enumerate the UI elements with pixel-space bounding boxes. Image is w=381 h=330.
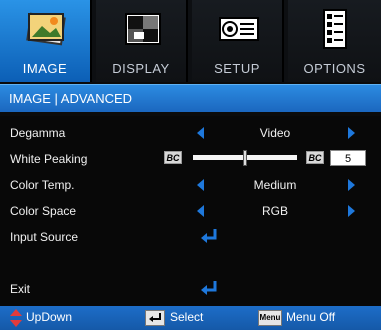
enter-icon[interactable]	[200, 280, 218, 296]
menu-list: Degamma Video White Peaking BC BC 5 Colo…	[0, 116, 381, 306]
select-label: Select	[170, 310, 204, 324]
color-space-label: Color Space	[10, 204, 77, 218]
tab-setup[interactable]: SETUP	[192, 0, 284, 82]
tab-setup-label: SETUP	[214, 61, 260, 76]
white-peaking-label: White Peaking	[10, 152, 88, 166]
menu-key-icon: Menu	[258, 310, 282, 326]
tab-image-label: IMAGE	[22, 61, 68, 76]
options-icon	[323, 9, 347, 49]
bc-min-icon: BC	[164, 151, 182, 164]
menu-item-white-peaking[interactable]: White Peaking BC BC 5	[0, 146, 381, 172]
breadcrumb-text: IMAGE | ADVANCED	[9, 91, 133, 106]
left-arrow-icon[interactable]	[197, 179, 204, 191]
footer-hint-bar: UpDown Select Menu Menu Off	[0, 306, 381, 330]
enter-key-icon	[145, 310, 165, 326]
right-arrow-icon[interactable]	[348, 205, 355, 217]
tab-options-label: OPTIONS	[303, 61, 366, 76]
menu-item-exit[interactable]: Exit	[0, 276, 381, 302]
color-temp-label: Color Temp.	[10, 178, 75, 192]
input-source-label: Input Source	[10, 230, 79, 244]
tab-image[interactable]: IMAGE	[0, 0, 92, 82]
menu-item-input-source[interactable]: Input Source	[0, 224, 381, 250]
tab-display[interactable]: DISPLAY	[96, 0, 188, 82]
osd-menu: IMAGE DISPLAY SETUP OPTIONS IMAGE | ADVA…	[0, 0, 381, 330]
menu-off-label: Menu Off	[286, 310, 336, 324]
menu-item-degamma[interactable]: Degamma Video	[0, 120, 381, 146]
degamma-label: Degamma	[10, 126, 66, 140]
tab-bar: IMAGE DISPLAY SETUP OPTIONS	[0, 0, 381, 82]
white-peaking-value: 5	[330, 150, 366, 166]
updown-label: UpDown	[26, 310, 73, 324]
menu-item-color-temp[interactable]: Color Temp. Medium	[0, 172, 381, 198]
updown-icon	[10, 309, 22, 327]
bc-max-icon: BC	[306, 151, 324, 164]
picture-icon	[26, 12, 66, 46]
display-icon	[125, 13, 161, 45]
tab-options[interactable]: OPTIONS	[288, 0, 381, 82]
tab-display-label: DISPLAY	[112, 61, 170, 76]
left-arrow-icon[interactable]	[197, 205, 204, 217]
degamma-value: Video	[259, 126, 291, 140]
color-temp-value: Medium	[253, 178, 297, 192]
menu-item-color-space[interactable]: Color Space RGB	[0, 198, 381, 224]
left-arrow-icon[interactable]	[197, 127, 204, 139]
enter-icon[interactable]	[200, 228, 218, 244]
exit-label: Exit	[10, 282, 31, 296]
color-space-value: RGB	[261, 204, 288, 218]
right-arrow-icon[interactable]	[348, 179, 355, 191]
right-arrow-icon[interactable]	[348, 127, 355, 139]
breadcrumb: IMAGE | ADVANCED	[0, 84, 381, 112]
slider-thumb[interactable]	[243, 150, 247, 166]
projector-icon	[219, 17, 259, 41]
